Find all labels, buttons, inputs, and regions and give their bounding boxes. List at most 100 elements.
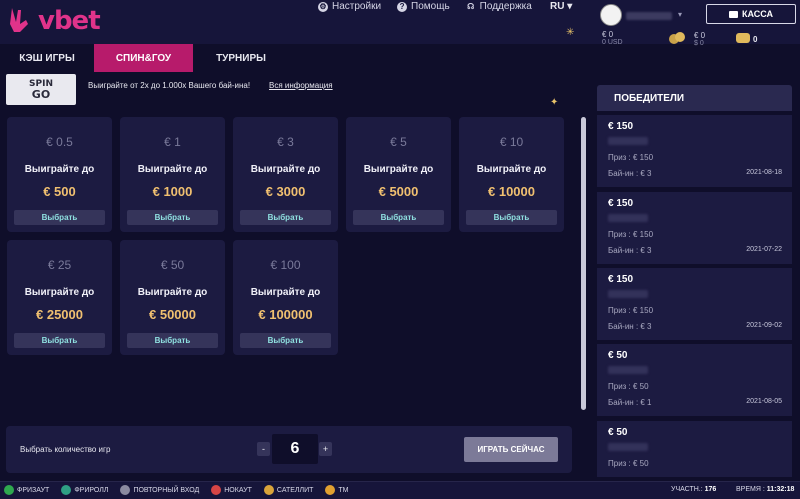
winner-item: € 50 Приз : € 50 Бай-ин : € 1 2021-08-05	[597, 344, 792, 416]
top-nav: ⚙ Настройки ? Помощь ☊ Поддержка	[318, 1, 532, 12]
brand-name: vbet	[38, 6, 101, 36]
winner-name-blurred	[608, 137, 648, 145]
legend-tm: ТМ	[325, 485, 349, 495]
select-button[interactable]: Выбрать	[127, 210, 218, 225]
select-button[interactable]: Выбрать	[466, 210, 557, 225]
winner-prize: Приз : € 50	[608, 459, 649, 468]
settings-label: Настройки	[332, 1, 382, 12]
balance-casino-sub: $ 0	[694, 40, 704, 47]
avatar	[600, 4, 622, 26]
winner-buyin: Бай-ин : € 1	[608, 398, 652, 407]
cards-scrollbar[interactable]	[581, 117, 586, 410]
winner-amount: € 150	[608, 121, 634, 132]
tab-tournaments[interactable]: ТУРНИРЫ	[193, 44, 289, 72]
spin-go-logo: SPIN GO	[6, 74, 76, 105]
play-now-button[interactable]: ИГРАТЬ СЕЙЧАС	[464, 437, 558, 462]
scrollbar-thumb[interactable]	[581, 117, 586, 410]
increment-button[interactable]: +	[319, 442, 332, 456]
help-link[interactable]: ? Помощь	[397, 1, 450, 12]
card-win-label: Выиграйте до	[363, 164, 434, 175]
card-prize: € 3000	[265, 184, 306, 199]
balance-main-usd: 0 USD	[602, 39, 623, 46]
participants-counter: УЧАСТН.: 176	[671, 486, 716, 493]
sparkle-icon: ✳	[566, 27, 575, 38]
card-win-label: Выиграйте до	[250, 287, 321, 298]
spin-card: € 100 Выиграйте до € 100000 Выбрать	[233, 240, 338, 355]
reentry-icon	[120, 485, 131, 495]
balance-casino: € 0	[694, 31, 706, 40]
winner-item: € 150 Приз : € 150 Бай-ин : € 3 2021-08-…	[597, 115, 792, 187]
language-label: RU	[550, 1, 565, 12]
card-buyin: € 0.5	[46, 135, 73, 149]
legend-label: САТЕЛЛИТ	[276, 486, 314, 494]
vbet-logo[interactable]: vbet	[6, 6, 101, 36]
card-prize: € 10000	[488, 184, 535, 199]
winner-date: 2021-09-02	[746, 322, 782, 329]
legend-freezeout: ФРИЗАУТ	[4, 485, 49, 495]
victory-hand-icon	[10, 8, 28, 32]
card-prize: € 500	[43, 184, 76, 199]
tm-icon	[325, 485, 336, 495]
select-button[interactable]: Выбрать	[14, 210, 105, 225]
settings-link[interactable]: ⚙ Настройки	[318, 1, 381, 12]
winner-name-blurred	[608, 366, 648, 374]
spin-card: € 25 Выиграйте до € 25000 Выбрать	[7, 240, 112, 355]
chevron-down-icon: ▾	[678, 10, 683, 19]
card-prize: € 25000	[36, 307, 83, 322]
card-prize: € 50000	[149, 307, 196, 322]
decrement-button[interactable]: -	[257, 442, 270, 456]
spin-card: € 5 Выиграйте до € 5000 Выбрать	[346, 117, 451, 232]
card-prize: € 1000	[152, 184, 193, 199]
winner-prize: Приз : € 150	[608, 306, 654, 315]
all-info-link[interactable]: Вся информация	[269, 81, 333, 90]
card-prize: € 100000	[258, 307, 313, 322]
card-win-label: Выиграйте до	[476, 164, 547, 175]
participants-value: 176	[704, 486, 717, 493]
bonus-value: 0	[753, 35, 758, 44]
legend-reentry: ПОВТОРНЫЙ ВХОД	[120, 485, 199, 495]
winner-amount: € 150	[608, 274, 634, 285]
freezeout-icon	[4, 485, 14, 495]
help-icon: ?	[397, 1, 408, 12]
card-win-label: Выиграйте до	[137, 164, 208, 175]
support-link[interactable]: ☊ Поддержка	[466, 1, 532, 12]
gear-icon: ⚙	[318, 1, 328, 12]
game-count-value[interactable]: 6	[272, 434, 318, 464]
help-label: Помощь	[411, 1, 450, 12]
legend-knockout: НОКАУТ	[211, 485, 252, 495]
select-button[interactable]: Выбрать	[127, 333, 218, 348]
card-buyin: € 5	[390, 135, 407, 149]
clock: ВРЕМЯ : 11:32:18	[736, 486, 794, 493]
winner-item: € 50 Приз : € 50	[597, 421, 792, 477]
tab-cash-games[interactable]: КЭШ ИГРЫ	[0, 44, 94, 72]
winner-date: 2021-08-05	[746, 398, 782, 405]
language-select[interactable]: RU ▾	[550, 1, 572, 12]
select-button[interactable]: Выбрать	[240, 210, 331, 225]
select-button[interactable]: Выбрать	[353, 210, 444, 225]
legend-freeroll: ФРИРОЛЛ	[61, 485, 108, 495]
game-count-label: Выбрать количество игр	[20, 445, 111, 454]
chevron-down-icon: ▾	[567, 1, 573, 12]
card-win-label: Выиграйте до	[137, 287, 208, 298]
winner-buyin: Бай-ин : € 3	[608, 322, 652, 331]
bonus-icon	[736, 33, 750, 43]
user-menu[interactable]: ▾ € 0 0 USD	[596, 0, 704, 48]
satellite-icon	[263, 485, 274, 495]
time-label: ВРЕМЯ :	[736, 486, 765, 493]
spin-go-logo-line2: GO	[31, 87, 51, 101]
spin-card: € 3 Выиграйте до € 3000 Выбрать	[233, 117, 338, 232]
tab-spin-and-go[interactable]: СПИН&ГОУ	[94, 44, 193, 72]
legend-label: ФРИРОЛЛ	[74, 486, 109, 494]
select-button[interactable]: Выбрать	[14, 333, 105, 348]
game-count-bar: Выбрать количество игр - 6 + ИГРАТЬ СЕЙЧ…	[6, 426, 572, 473]
headset-icon: ☊	[467, 1, 475, 11]
select-button[interactable]: Выбрать	[240, 333, 331, 348]
legend-satellite: САТЕЛЛИТ	[263, 485, 314, 495]
winner-item: € 150 Приз : € 150 Бай-ин : € 3 2021-07-…	[597, 192, 792, 264]
knockout-icon	[211, 485, 222, 495]
star-icon: ✦	[550, 97, 559, 108]
cashier-button[interactable]: КАССА	[706, 4, 796, 24]
card-prize: € 5000	[378, 184, 419, 199]
winner-name-blurred	[608, 443, 648, 451]
game-tabs: КЭШ ИГРЫ СПИН&ГОУ ТУРНИРЫ	[0, 44, 289, 72]
